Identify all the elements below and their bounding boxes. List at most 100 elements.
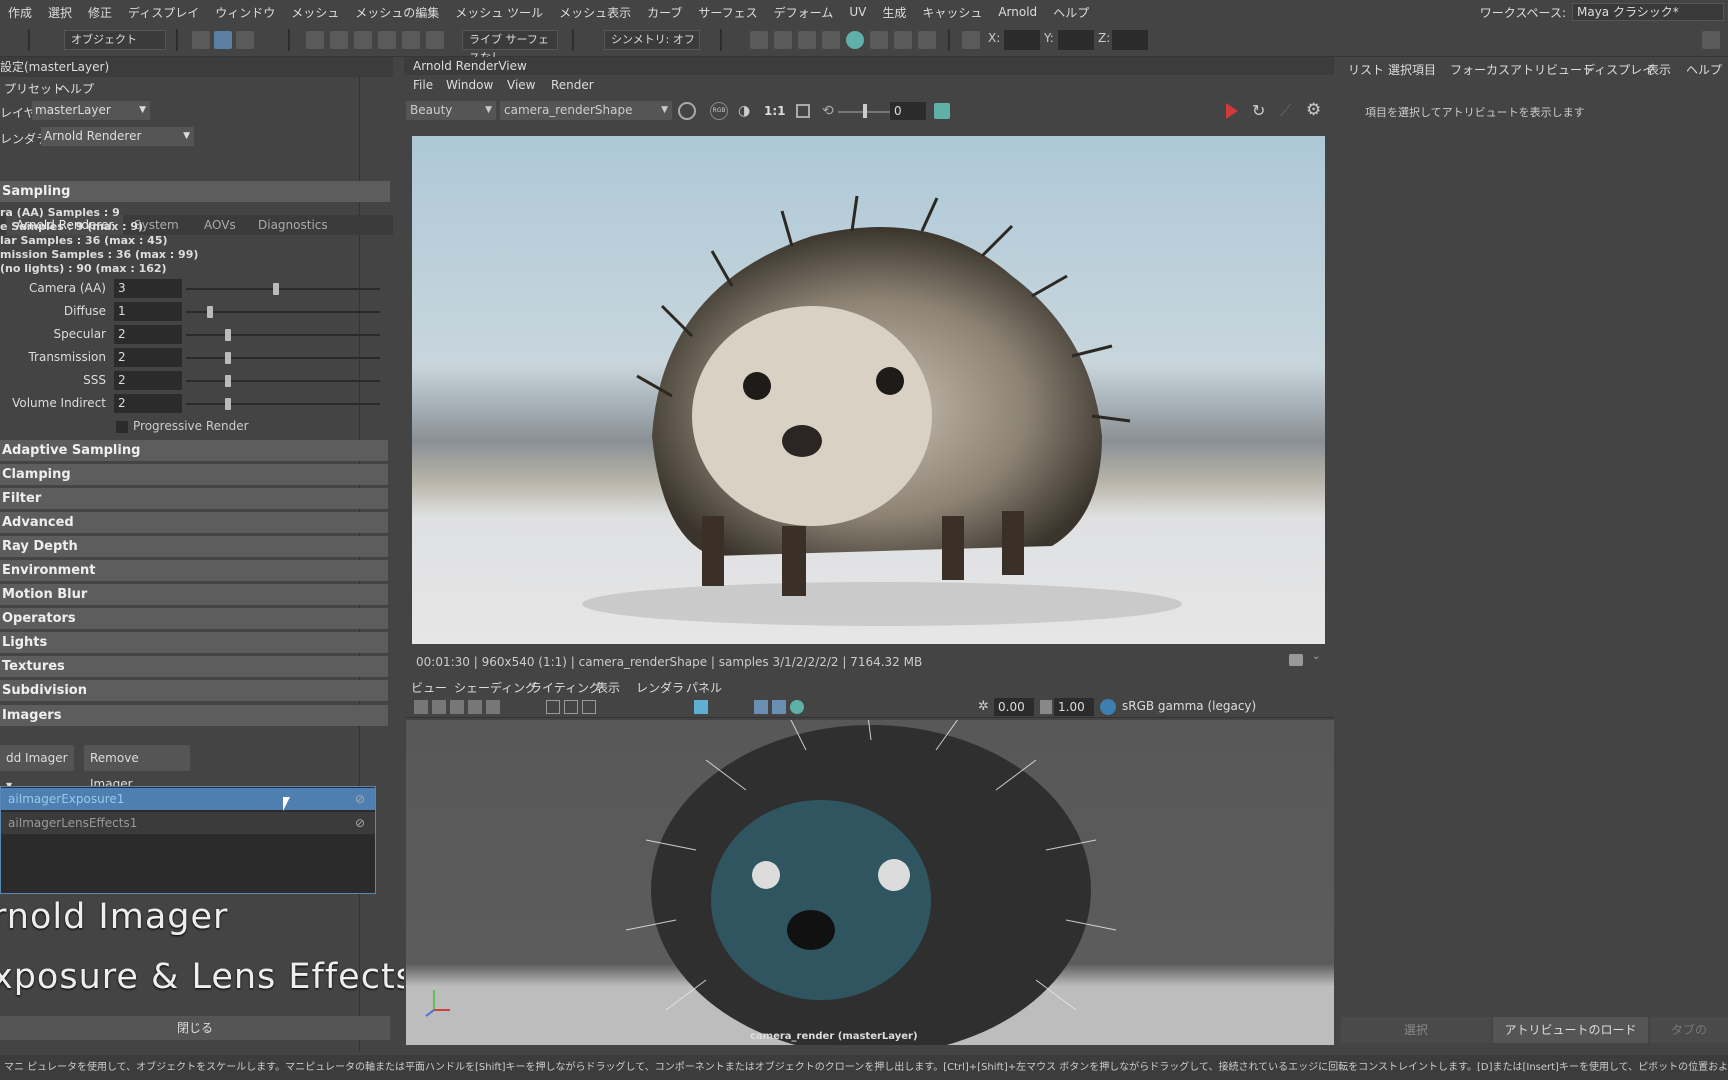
pause-icon[interactable] xyxy=(918,31,936,49)
snapshot-icon[interactable] xyxy=(1289,654,1303,666)
object-mode-dropdown[interactable]: オブジェクト xyxy=(64,30,166,50)
renderer-dropdown[interactable]: Arnold Renderer ▼ xyxy=(41,127,194,146)
param-slider-track[interactable] xyxy=(186,311,380,313)
snapshot-icon[interactable] xyxy=(894,31,912,49)
exposure-slider-track[interactable] xyxy=(838,111,898,113)
section-operators[interactable]: Operators xyxy=(0,608,388,629)
vp-menu-shading[interactable]: シェーディング xyxy=(454,679,537,696)
camera-lock-icon[interactable] xyxy=(432,700,446,714)
film-gate-icon[interactable] xyxy=(564,700,578,714)
param-slider-track[interactable] xyxy=(186,288,380,290)
y-field[interactable] xyxy=(1058,30,1094,50)
section-lights[interactable]: Lights xyxy=(0,632,388,653)
tab-display[interactable]: ディスプレイ xyxy=(1583,61,1654,78)
symmetry-dropdown[interactable]: シンメトリ: オフ xyxy=(604,30,700,50)
exposure-slider-handle[interactable] xyxy=(863,104,867,118)
textured-icon[interactable] xyxy=(790,700,804,714)
exposure-icon[interactable]: ✲ xyxy=(978,699,989,714)
list-item-imager-lens-effects[interactable]: aiImagerLensEffects1 xyxy=(1,812,375,834)
snap-curve-icon[interactable] xyxy=(330,31,348,49)
grease-pencil-icon[interactable] xyxy=(486,700,500,714)
render-sequence-icon[interactable] xyxy=(870,31,888,49)
param-field[interactable]: 1 xyxy=(114,302,182,321)
arnold-render-view-icon[interactable] xyxy=(846,31,864,49)
tab-attributes[interactable]: アトリビュート xyxy=(1510,61,1594,78)
section-clamping[interactable]: Clamping xyxy=(0,464,388,485)
vp-menu-lighting[interactable]: ライティング xyxy=(530,679,601,696)
gear-icon[interactable]: ⚙ xyxy=(1306,100,1321,120)
disable-icon[interactable]: ⊘ xyxy=(346,812,374,834)
xray-icon[interactable] xyxy=(754,700,768,714)
exposure-reset-icon[interactable]: ⟲ xyxy=(822,103,834,119)
select-by-hierarchy-icon[interactable] xyxy=(192,31,210,49)
camera-dropdown[interactable]: camera_renderShape ▼ xyxy=(500,101,672,120)
rv-menu-file[interactable]: File xyxy=(413,78,433,92)
section-adaptive-sampling[interactable]: Adaptive Sampling xyxy=(0,440,388,461)
param-slider-handle[interactable] xyxy=(225,375,231,387)
param-slider-track[interactable] xyxy=(186,334,380,336)
menu-mesh-display[interactable]: メッシュ表示 xyxy=(551,4,639,21)
exposure-field[interactable]: 0 xyxy=(890,102,926,120)
param-slider-handle[interactable] xyxy=(225,352,231,364)
tab-focus[interactable]: フォーカス xyxy=(1450,61,1510,78)
select-by-object-icon[interactable] xyxy=(214,31,232,49)
tab-help[interactable]: ヘルプ xyxy=(1686,61,1722,78)
menu-arnold[interactable]: Arnold xyxy=(990,5,1045,19)
section-motion-blur[interactable]: Motion Blur xyxy=(0,584,388,605)
compare-icon[interactable]: ◑ xyxy=(738,103,754,119)
select-by-component-icon[interactable] xyxy=(236,31,254,49)
section-filter[interactable]: Filter xyxy=(0,488,388,509)
render-frame-icon[interactable] xyxy=(750,31,768,49)
tab-aovs[interactable]: AOVs xyxy=(194,215,246,235)
progressive-render-checkbox[interactable] xyxy=(116,421,128,433)
param-slider-handle[interactable] xyxy=(225,329,231,341)
tab-list[interactable]: リスト xyxy=(1348,61,1384,78)
rv-menu-window[interactable]: Window xyxy=(446,78,493,92)
layer-dropdown[interactable]: masterLayer ▼ xyxy=(32,101,150,120)
camera-attributes-icon[interactable] xyxy=(414,700,428,714)
preset-menu[interactable]: プリセット xyxy=(4,80,64,97)
param-field[interactable]: 2 xyxy=(114,325,182,344)
image-plane-icon[interactable] xyxy=(450,700,464,714)
vp-menu-view[interactable]: ビュー xyxy=(411,679,447,696)
aov-dropdown[interactable]: Beauty ▼ xyxy=(406,101,496,120)
list-item-imager-exposure[interactable]: aiImagerExposure1 xyxy=(1,788,375,810)
crop-region-icon[interactable]: ⟋ xyxy=(1280,101,1291,121)
snap-point-icon[interactable] xyxy=(354,31,372,49)
render-play-icon[interactable] xyxy=(1226,103,1238,119)
section-sampling[interactable]: Sampling xyxy=(0,181,390,202)
viewport-exposure-field[interactable]: 0.00 xyxy=(994,698,1034,716)
viewport-gamma-field[interactable]: 1.00 xyxy=(1054,698,1094,716)
rgb-channels-icon[interactable]: RGB xyxy=(710,102,728,120)
rv-menu-view[interactable]: View xyxy=(507,78,535,92)
help-menu[interactable]: ヘルプ xyxy=(58,80,94,97)
section-environment[interactable]: Environment xyxy=(0,560,388,581)
zoom-ratio[interactable]: 1:1 xyxy=(764,104,786,118)
menu-help[interactable]: ヘルプ xyxy=(1045,4,1097,21)
menu-surfaces[interactable]: サーフェス xyxy=(690,4,765,21)
param-slider-track[interactable] xyxy=(186,380,380,382)
x-field[interactable] xyxy=(1004,30,1040,50)
menu-create[interactable]: 作成 xyxy=(0,4,40,21)
z-field[interactable] xyxy=(1112,30,1148,50)
menu-deform[interactable]: デフォーム xyxy=(766,4,842,21)
menu-display[interactable]: ディスプレイ xyxy=(120,4,207,21)
log-icon[interactable] xyxy=(934,103,950,119)
param-field[interactable]: 2 xyxy=(114,394,182,413)
disable-icon[interactable]: ⊘ xyxy=(346,788,374,810)
snap-view-plane-icon[interactable] xyxy=(378,31,396,49)
show-all-channels-icon[interactable] xyxy=(678,102,696,120)
tab-diagnostics[interactable]: Diagnostics xyxy=(248,215,338,235)
section-textures[interactable]: Textures xyxy=(0,656,388,677)
param-slider-track[interactable] xyxy=(186,357,380,359)
param-field[interactable]: 3 xyxy=(114,279,182,298)
param-field[interactable]: 2 xyxy=(114,348,182,367)
render-settings-icon[interactable] xyxy=(798,31,816,49)
vp-menu-renderer[interactable]: レンダラ xyxy=(636,679,684,696)
menu-curves[interactable]: カーブ xyxy=(639,4,690,21)
ipr-render-icon[interactable] xyxy=(774,31,792,49)
close-button[interactable]: 閉じる xyxy=(0,1016,390,1040)
section-advanced[interactable]: Advanced xyxy=(0,512,388,533)
menu-select[interactable]: 選択 xyxy=(40,4,80,21)
menu-generate[interactable]: 生成 xyxy=(874,4,914,21)
